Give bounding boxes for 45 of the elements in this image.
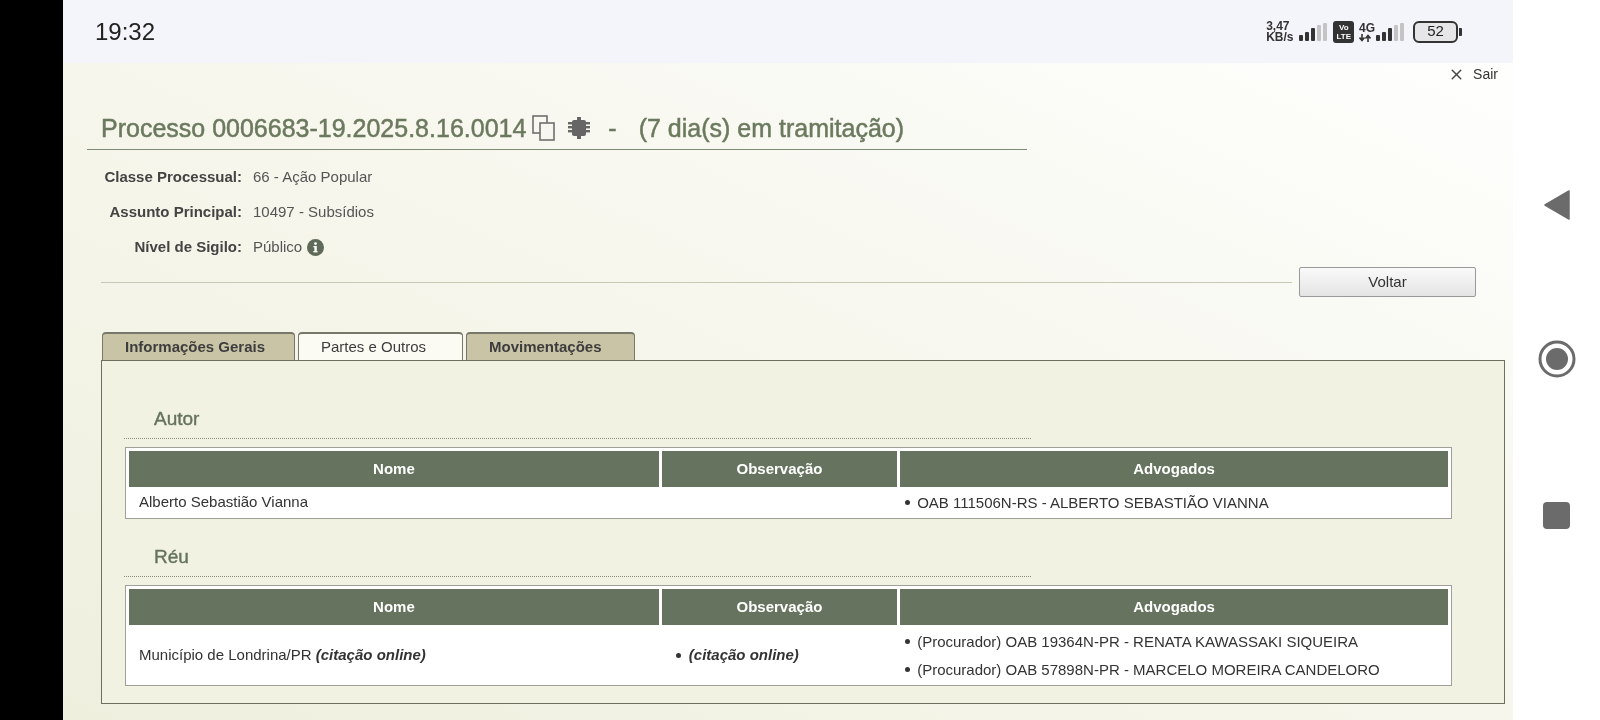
column-header: Nome — [129, 589, 659, 625]
field-label: Nível de Sigilo: — [133, 237, 242, 258]
table-cell-text: Município de Londrina/PR (citação online) — [138, 644, 427, 665]
data-arrows-icon — [1359, 33, 1371, 42]
column-header: Nome — [129, 451, 659, 487]
back-icon[interactable] — [1543, 190, 1570, 220]
column-header: Observação — [661, 451, 898, 487]
chip-icon[interactable] — [568, 116, 591, 139]
table-cell-text: Alberto Sebastião Vianna — [138, 492, 309, 513]
title-separator: - — [608, 112, 617, 144]
field-label: Assunto Principal: — [108, 202, 242, 223]
data-rate: 3,47 KB/s — [1266, 20, 1294, 43]
field-value: 10497 - Subsídios — [253, 202, 374, 223]
lawyer-entry: (Procurador) OAB 57898N-PR - MARCELO MOREIRA CANDELORO — [917, 659, 1380, 679]
column-header: Advogados — [900, 589, 1448, 625]
field-label: Classe Processual: — [103, 167, 242, 188]
section-title: Réu — [154, 545, 189, 569]
network-type: 4G — [1359, 21, 1375, 34]
exit-link[interactable]: Sair — [1448, 63, 1498, 85]
home-icon[interactable] — [1537, 340, 1576, 378]
battery-indicator: 52 — [1413, 20, 1462, 43]
bullet-icon — [905, 638, 911, 644]
bullet-icon — [905, 666, 911, 672]
column-header: Observação — [661, 589, 898, 625]
tab[interactable]: Informações Gerais — [102, 332, 295, 360]
info-icon[interactable] — [307, 239, 325, 256]
field-value: 66 - Ação Popular — [253, 167, 373, 188]
tab[interactable]: Movimentações — [466, 332, 635, 360]
signal-icon — [1376, 22, 1404, 41]
bullet-icon — [675, 652, 681, 658]
back-button[interactable]: Voltar — [1299, 267, 1476, 297]
process-duration: (7 dia(s) em tramitação) — [638, 112, 905, 144]
lawyer-entry: (Procurador) OAB 19364N-PR - RENATA KAWASSAKI SIQUEIRA — [917, 631, 1359, 651]
volte-badge: Vo LTE — [1333, 20, 1354, 43]
bullet-icon — [905, 500, 911, 505]
clock: 19:32 — [95, 16, 156, 47]
field-value: Público — [253, 237, 303, 258]
column-header: Advogados — [900, 451, 1448, 487]
observation-text: (citação online) — [688, 644, 799, 665]
signal-icon — [1299, 22, 1328, 41]
tab[interactable]: Partes e Outros — [298, 332, 463, 360]
lawyer-entry: OAB 111506N-RS - ALBERTO SEBASTIÃO VIANNA — [917, 493, 1269, 512]
copy-icon[interactable] — [532, 114, 557, 141]
process-title: Processo 0006683-19.2025.8.16.0014 — [101, 112, 527, 144]
section-title: Autor — [154, 407, 200, 431]
